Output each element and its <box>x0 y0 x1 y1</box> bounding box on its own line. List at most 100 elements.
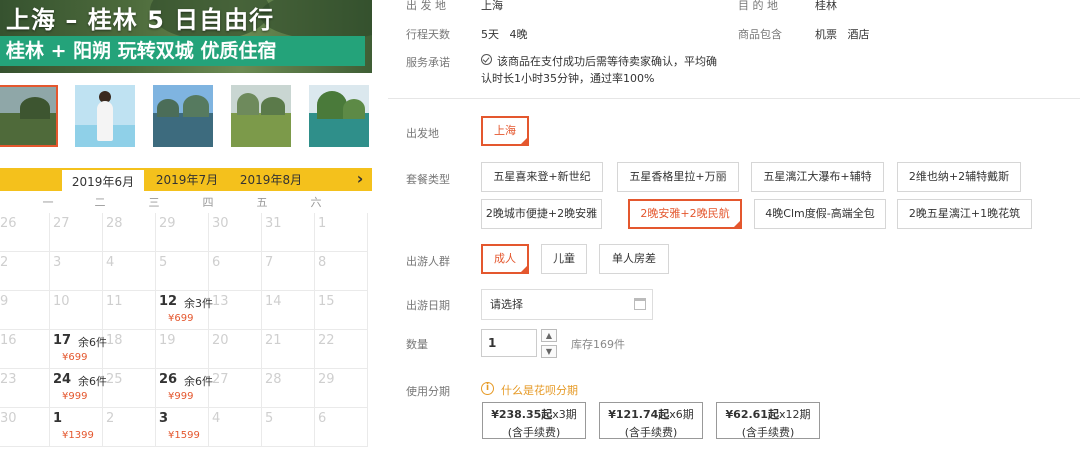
installment-option-12[interactable]: ¥62.61起x12期 (含手续费) <box>716 402 820 439</box>
day-number: 1 <box>53 411 63 426</box>
calendar-day-available[interactable]: 17 余6件 ¥699 <box>50 330 107 369</box>
day-number: 2 <box>0 255 9 270</box>
calendar-day-available[interactable]: 3 ¥1599 <box>156 408 209 447</box>
huabei-help-link[interactable]: 什么是花呗分期 <box>501 382 578 398</box>
calendar-day-available[interactable]: 26 余6件 ¥999 <box>156 369 213 408</box>
origin-label: 出发地 <box>406 127 439 140</box>
promise-label: 服务承诺 <box>406 56 450 69</box>
day-number: 20 <box>212 333 229 348</box>
crowd-label: 出游人群 <box>406 255 450 268</box>
installment-fee: (含手续费) <box>624 426 678 439</box>
weekday-label: 六 <box>310 196 322 209</box>
banner-title: 上海 – 桂林 5 日自由行 <box>6 6 275 34</box>
day-number: 30 <box>212 216 229 231</box>
departure-label: 出 发 地 <box>406 0 446 12</box>
calendar-day: 26 <box>0 213 50 252</box>
calendar-day: 6 <box>315 408 368 447</box>
day-number: 7 <box>265 255 274 270</box>
calendar-day: 2 <box>0 252 50 291</box>
origin-option-shanghai[interactable]: 上海 <box>481 116 529 146</box>
calendar-day: 20 <box>209 330 262 369</box>
day-price: ¥1399 <box>62 430 94 441</box>
calendar-day: 25 <box>103 369 156 408</box>
thumb-girl[interactable] <box>75 85 135 147</box>
thumb-karst[interactable] <box>309 85 369 147</box>
thumbnail-strip <box>0 85 372 149</box>
package-label: 套餐类型 <box>406 173 450 186</box>
installment-amount: ¥62.61起 <box>725 408 779 421</box>
installment-label: 使用分期 <box>406 385 450 398</box>
package-option[interactable]: 2维也纳+2辅特戴斯 <box>897 162 1021 192</box>
calendar-day: 5 <box>262 408 315 447</box>
day-number: 13 <box>212 294 229 309</box>
package-option[interactable]: 2晚五星漓江+1晚花筑 <box>897 199 1032 229</box>
increment-button[interactable]: ▲ <box>541 329 557 342</box>
day-price: ¥1599 <box>168 430 200 441</box>
days-value: 5天 4晚 <box>481 28 528 41</box>
package-option[interactable]: 2晚城市便捷+2晚安雅 <box>481 199 602 229</box>
tab-month-3[interactable]: 2019年8月 <box>230 168 312 191</box>
day-number: 16 <box>0 333 17 348</box>
day-number: 24 <box>53 372 72 387</box>
tab-month-1[interactable]: 2019年6月 <box>62 168 144 191</box>
month-tab-bar: 2019年6月 2019年7月 2019年8月 › <box>0 168 372 191</box>
package-option[interactable]: 4晚Clm度假-高端全包 <box>754 199 886 229</box>
package-option[interactable]: 2晚安雅+2晚民航 <box>628 199 742 229</box>
section-divider <box>388 98 1080 99</box>
package-option[interactable]: 五星漓江大瀑布+辅特 <box>751 162 884 192</box>
calendar-day: 29 <box>156 213 209 252</box>
decrement-button[interactable]: ▼ <box>541 345 557 358</box>
day-number: 5 <box>159 255 168 270</box>
quantity-stepper[interactable] <box>481 329 537 357</box>
day-number: 6 <box>318 411 327 426</box>
tab-month-2[interactable]: 2019年7月 <box>146 168 228 191</box>
calendar-day: 15 <box>315 291 368 330</box>
calendar-day-available[interactable]: 24 余6件 ¥999 <box>50 369 107 408</box>
calendar-day: 14 <box>262 291 315 330</box>
calendar-day: 27 <box>209 369 262 408</box>
quantity-input[interactable] <box>482 330 536 356</box>
day-number: 4 <box>106 255 115 270</box>
product-banner-image: 上海 – 桂林 5 日自由行 桂林 + 阳朔 玩转双城 优质住宿 <box>0 0 372 73</box>
calendar-day: 21 <box>262 330 315 369</box>
calendar-day: 8 <box>315 252 368 291</box>
day-price: ¥999 <box>168 391 194 402</box>
crowd-option-adult[interactable]: 成人 <box>481 244 529 274</box>
promise-text-line2: 认时长1小时35分钟，通过率100% <box>481 72 655 85</box>
travel-date-picker[interactable] <box>481 289 653 320</box>
package-option[interactable]: 五星香格里拉+万丽 <box>617 162 739 192</box>
crowd-option-single-supplement[interactable]: 单人房差 <box>599 244 669 274</box>
calendar-icon[interactable] <box>634 298 646 310</box>
thumb-landscape-1[interactable] <box>0 85 58 147</box>
calendar-day-available[interactable]: 12 余3件 ¥699 <box>156 291 213 330</box>
calendar-day: 9 <box>0 291 50 330</box>
thumb-river[interactable] <box>153 85 213 147</box>
calendar-day-available[interactable]: 1 ¥1399 <box>50 408 103 447</box>
day-number: 17 <box>53 333 72 348</box>
crowd-option-child[interactable]: 儿童 <box>541 244 587 274</box>
installment-option-6[interactable]: ¥121.74起x6期 (含手续费) <box>599 402 703 439</box>
day-number: 22 <box>318 333 335 348</box>
installment-amount: ¥121.74起 <box>608 408 670 421</box>
travel-date-input[interactable] <box>482 290 632 319</box>
product-options-panel: 出 发 地 上海 目 的 地 桂林 行程天数 5天 4晚 商品包含 机票 酒店 … <box>388 0 1080 449</box>
calendar-day: 27 <box>50 213 103 252</box>
day-number: 25 <box>106 372 123 387</box>
day-price: ¥699 <box>168 313 194 324</box>
day-number: 31 <box>265 216 282 231</box>
thumb-countryside[interactable] <box>231 85 291 147</box>
calendar-day: 5 <box>156 252 209 291</box>
day-number: 2 <box>106 411 115 426</box>
chevron-right-icon[interactable]: › <box>352 168 368 191</box>
calendar-day: 1 <box>315 213 368 252</box>
package-option[interactable]: 五星喜来登+新世纪 <box>481 162 603 192</box>
installment-option-3[interactable]: ¥238.35起x3期 (含手续费) <box>482 402 586 439</box>
weekday-label: 一 <box>42 196 54 209</box>
destination-label: 目 的 地 <box>738 0 778 12</box>
day-number: 3 <box>159 411 169 426</box>
calendar-day: 4 <box>103 252 156 291</box>
weekday-label: 三 <box>148 196 160 209</box>
day-number: 23 <box>0 372 17 387</box>
weekday-label: 五 <box>256 196 268 209</box>
price-calendar: 26 27 28 29 30 31 1 2 3 4 5 6 7 8 9 10 11 12 余3件 ¥699 13 14 15… <box>0 213 372 449</box>
